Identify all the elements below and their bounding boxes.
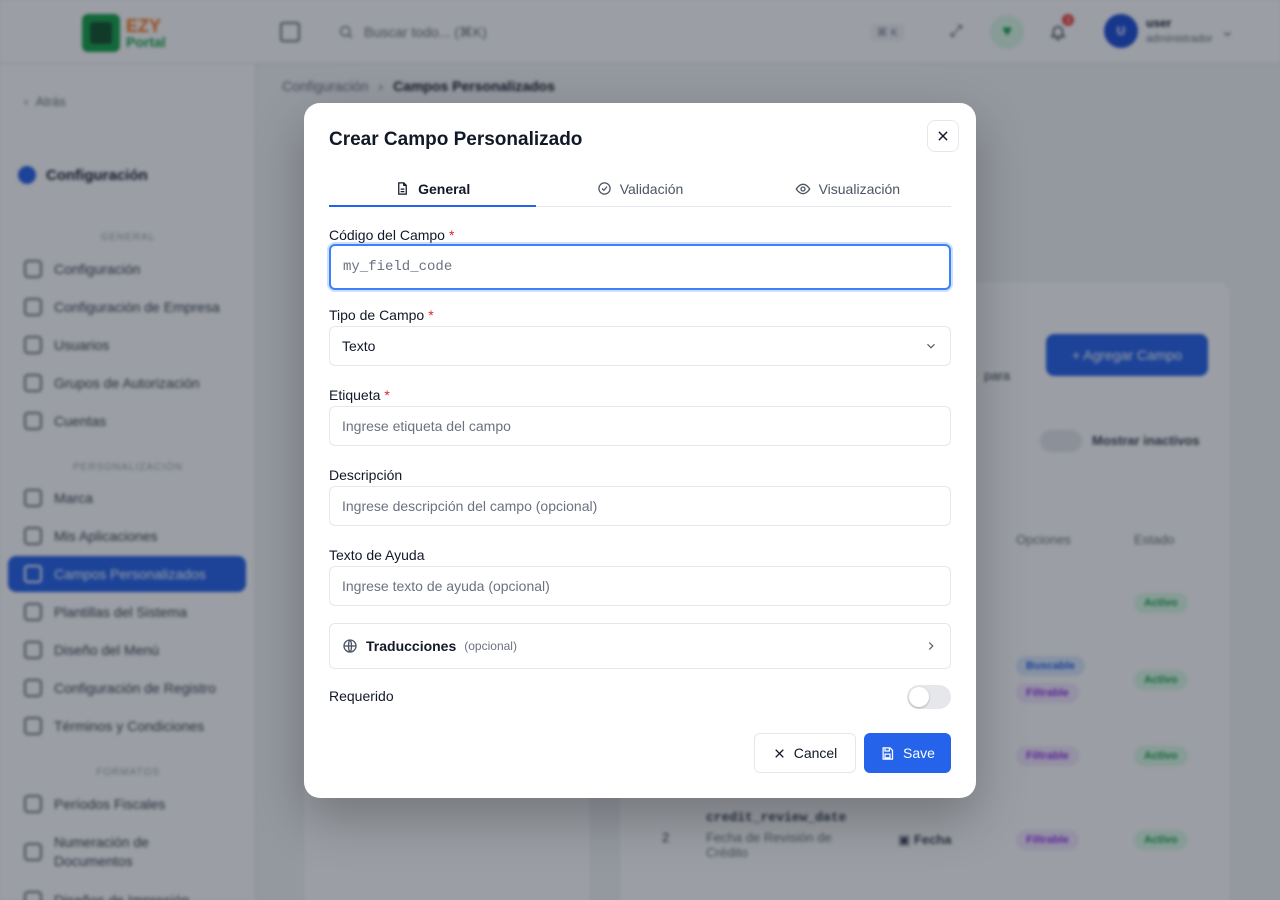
help-text-input[interactable] xyxy=(329,566,951,606)
eye-icon xyxy=(795,183,811,194)
help-text-label: Texto de Ayuda xyxy=(329,547,425,563)
field-code-label: Código del Campo * xyxy=(329,227,454,243)
close-icon xyxy=(774,748,784,758)
chevron-down-icon xyxy=(927,343,935,349)
field-type-label-text: Tipo de Campo xyxy=(329,307,425,323)
description-label: Descripción xyxy=(329,467,403,483)
required-marker: * xyxy=(384,387,390,403)
field-type-label: Tipo de Campo * xyxy=(329,307,434,323)
cancel-button[interactable]: Cancel xyxy=(754,733,856,773)
required-marker: * xyxy=(448,227,455,243)
dialog-tabs: General Validación Visualización xyxy=(329,171,951,207)
check-circle-icon xyxy=(597,182,611,195)
create-custom-field-dialog: Crear Campo Personalizado General Valida… xyxy=(304,103,976,798)
tab-label: Visualización xyxy=(818,180,901,197)
field-label-label-text: Etiqueta xyxy=(329,387,381,403)
field-code-input[interactable] xyxy=(329,244,951,290)
toggle-knob xyxy=(909,687,929,707)
tab-label: General xyxy=(418,180,471,197)
tab-label: Validación xyxy=(619,180,684,197)
tab-visualizacion[interactable]: Visualización xyxy=(744,171,951,206)
chevron-right-icon xyxy=(928,642,934,650)
field-code-label-text: Código del Campo xyxy=(329,227,445,243)
translations-label: Traducciones xyxy=(366,638,457,654)
translations-expander[interactable]: Traducciones (opcional) xyxy=(329,623,951,669)
description-input[interactable] xyxy=(329,486,951,526)
close-icon xyxy=(938,131,948,141)
tab-general[interactable]: General xyxy=(329,171,537,207)
save-label: Save xyxy=(903,745,935,761)
globe-icon xyxy=(343,639,357,653)
field-type-select[interactable]: Texto xyxy=(329,326,951,366)
required-toggle[interactable] xyxy=(907,685,951,709)
field-label-label: Etiqueta * xyxy=(329,387,390,403)
cancel-label: Cancel xyxy=(793,745,838,761)
required-marker: * xyxy=(428,307,434,323)
field-type-value: Texto xyxy=(342,338,376,354)
file-text-icon xyxy=(398,182,407,195)
dialog-title: Crear Campo Personalizado xyxy=(329,129,583,150)
close-button[interactable] xyxy=(927,120,959,152)
save-icon xyxy=(882,746,894,760)
translations-optional: (opcional) xyxy=(464,639,517,653)
required-label: Requerido xyxy=(329,688,394,704)
field-label-input[interactable] xyxy=(329,406,951,446)
save-button[interactable]: Save xyxy=(864,733,951,773)
tab-validacion[interactable]: Validación xyxy=(536,171,743,206)
